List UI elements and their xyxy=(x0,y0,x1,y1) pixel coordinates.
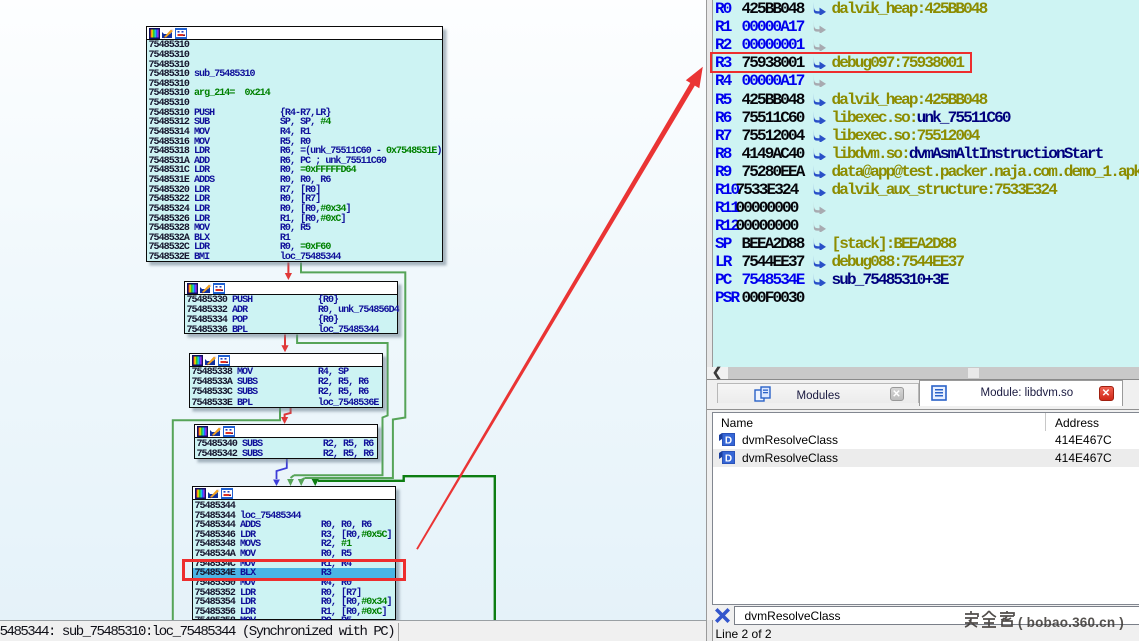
svg-text:( bobao.360.cn ): ( bobao.360.cn ) xyxy=(1018,615,1124,630)
